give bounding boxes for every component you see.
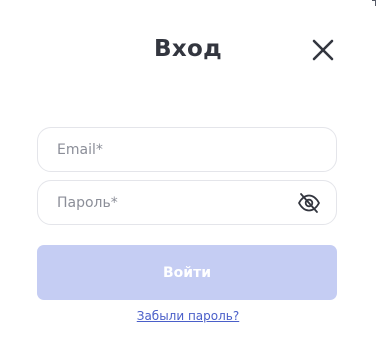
- login-modal: Вход Войти Забыли пароль?: [0, 0, 376, 358]
- eye-slash-icon: [298, 193, 320, 213]
- login-submit-button[interactable]: Войти: [37, 245, 337, 300]
- modal-corner-edge: [372, 0, 376, 6]
- toggle-password-visibility-button[interactable]: [297, 192, 321, 214]
- email-field-container: [37, 127, 337, 172]
- email-input[interactable]: [57, 128, 297, 171]
- password-input[interactable]: [57, 181, 297, 224]
- close-icon: [312, 39, 334, 61]
- close-button[interactable]: [311, 38, 335, 62]
- forgot-password-link[interactable]: Забыли пароль?: [0, 309, 376, 323]
- password-field-container: [37, 180, 337, 225]
